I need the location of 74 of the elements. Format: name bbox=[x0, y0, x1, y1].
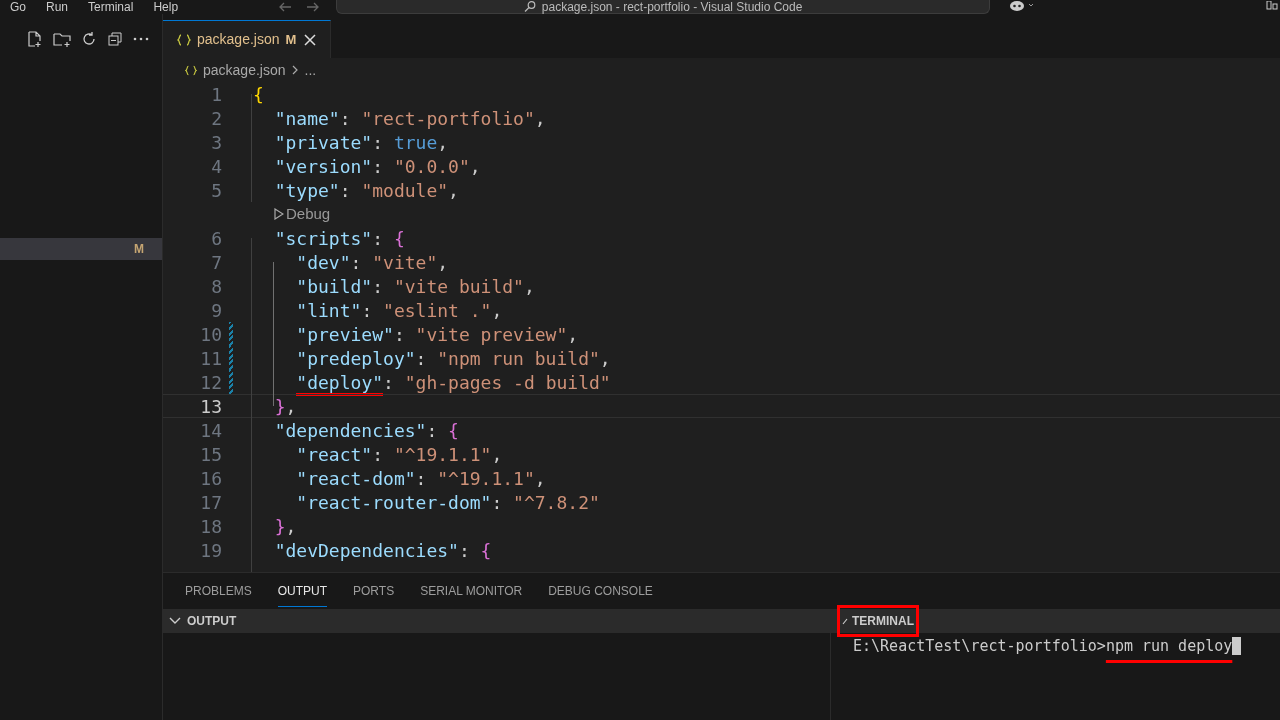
code-line: "dev": "vite", bbox=[295, 250, 449, 275]
code-line: "react-router-dom": "^7.8.2" bbox=[295, 490, 600, 515]
more-icon[interactable] bbox=[133, 37, 149, 41]
line-number: 18 bbox=[199, 514, 222, 539]
line-number: 15 bbox=[199, 442, 222, 467]
debug-codelens[interactable]: Debug bbox=[274, 202, 331, 226]
code-line: "deploy": "gh-pages -d build" bbox=[253, 368, 611, 396]
output-section-header[interactable]: OUTPUT bbox=[163, 609, 830, 633]
command-center-search[interactable]: package.json - rect-portfolio - Visual Studio Code bbox=[336, 0, 991, 14]
back-arrow-icon bbox=[278, 2, 293, 12]
line-number: 16 bbox=[199, 466, 222, 491]
code-line: "type": "module", bbox=[273, 178, 459, 203]
terminal-cursor bbox=[1232, 637, 1242, 656]
code-line: "lint": "eslint .", bbox=[295, 298, 503, 323]
code-line: "dependencies": { bbox=[273, 418, 459, 443]
menu-item[interactable]: Run bbox=[36, 1, 79, 13]
line-number: 7 bbox=[210, 250, 222, 275]
code-line: "scripts": { bbox=[273, 226, 405, 251]
editor-tab[interactable]: package.json M bbox=[163, 20, 332, 58]
line-number: 5 bbox=[210, 178, 222, 203]
close-icon[interactable] bbox=[304, 33, 317, 46]
new-file-icon[interactable] bbox=[26, 30, 43, 48]
line-number: 12 bbox=[199, 370, 222, 395]
forward-arrow-icon bbox=[306, 2, 321, 12]
line-number: 1 bbox=[210, 82, 222, 107]
panel-tab[interactable]: OUTPUT bbox=[277, 575, 328, 607]
collapse-all-icon[interactable] bbox=[107, 31, 123, 47]
file-tree-row[interactable]: M bbox=[0, 238, 162, 260]
json-file-icon bbox=[177, 33, 191, 46]
chevron-right-icon bbox=[291, 65, 299, 75]
code-line: }, bbox=[273, 394, 297, 419]
breadcrumb-item[interactable]: package.json bbox=[203, 59, 286, 81]
code-line: "private": true, bbox=[273, 130, 449, 155]
code-line: "predeploy": "npm run build", bbox=[295, 346, 611, 371]
code-line: "preview": "vite preview", bbox=[295, 322, 579, 347]
json-file-icon bbox=[185, 64, 197, 76]
code-line: "build": "vite build", bbox=[295, 274, 535, 299]
code-line: "name": "rect-portfolio", bbox=[273, 106, 546, 131]
line-number: 10 bbox=[199, 322, 222, 347]
line-number: 9 bbox=[210, 298, 222, 323]
line-number: 11 bbox=[199, 346, 222, 371]
line-number: 3 bbox=[210, 130, 222, 155]
line-number: 13 bbox=[199, 394, 222, 419]
new-folder-icon[interactable] bbox=[53, 30, 71, 48]
code-line: "version": "0.0.0", bbox=[273, 154, 481, 179]
panel-tab[interactable]: PORTS bbox=[353, 576, 395, 606]
line-number: 14 bbox=[199, 418, 222, 443]
search-icon bbox=[523, 1, 536, 12]
chevron-down-icon bbox=[169, 617, 181, 625]
code-line: "react": "^19.1.1", bbox=[295, 442, 503, 467]
line-number: 6 bbox=[210, 226, 222, 251]
panel-tab[interactable]: PROBLEMS bbox=[185, 576, 252, 606]
layout-icon bbox=[1266, 1, 1278, 11]
menu-item[interactable]: Help bbox=[143, 1, 189, 13]
line-number: 2 bbox=[210, 106, 222, 131]
code-line: "react-dom": "^19.1.1", bbox=[295, 466, 546, 491]
menu-item[interactable]: Go bbox=[0, 1, 36, 13]
code-line: }, bbox=[273, 514, 297, 539]
breadcrumb-item[interactable]: ... bbox=[304, 59, 317, 81]
line-number: 17 bbox=[199, 490, 222, 515]
line-number: 4 bbox=[210, 154, 222, 179]
code-line: { bbox=[253, 82, 264, 107]
modified-label: M bbox=[134, 241, 144, 258]
panel-tab[interactable]: SERIAL MONITOR bbox=[420, 576, 523, 606]
panel-tab[interactable]: DEBUG CONSOLE bbox=[548, 576, 653, 606]
code-line: "devDependencies": { bbox=[273, 538, 492, 563]
terminal-command-line: E:\ReactTest\rect-portfolio>npm run deploy bbox=[853, 636, 1233, 657]
line-number: 8 bbox=[210, 274, 222, 299]
refresh-icon[interactable] bbox=[81, 31, 97, 47]
terminal-section-header[interactable]: TERMINAL bbox=[837, 605, 919, 637]
menu-item[interactable]: Terminal bbox=[78, 1, 144, 13]
play-icon bbox=[274, 208, 284, 220]
line-number: 19 bbox=[199, 538, 222, 563]
modified-label: M bbox=[285, 30, 297, 49]
